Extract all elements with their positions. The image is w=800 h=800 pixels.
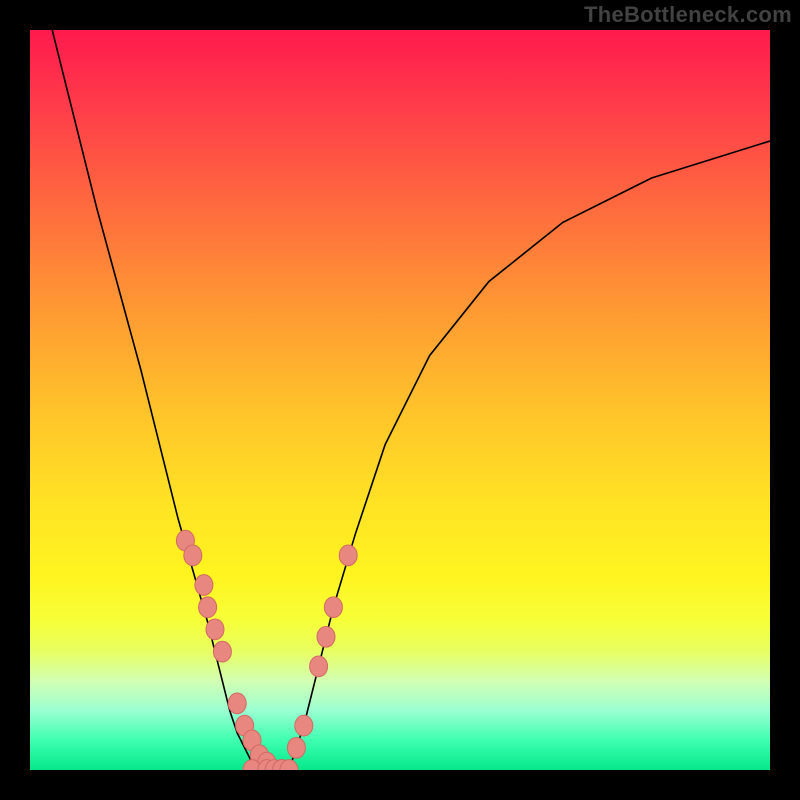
- left-marker-11: [273, 760, 291, 770]
- plot-area: [30, 30, 770, 770]
- left-marker-4: [206, 619, 224, 640]
- bottom-marker-4: [280, 760, 298, 770]
- markers-layer: [30, 30, 770, 770]
- left-marker-2: [195, 575, 213, 596]
- bottom-marker-1: [258, 760, 276, 770]
- bottom-marker-0: [243, 760, 261, 770]
- chart-stage: TheBottleneck.com: [0, 0, 800, 800]
- watermark-text: TheBottleneck.com: [584, 2, 792, 28]
- right-curve: [289, 141, 770, 770]
- data-markers: [176, 530, 357, 770]
- right-marker-2: [310, 656, 328, 677]
- left-marker-10: [258, 752, 276, 770]
- left-curve: [52, 30, 259, 770]
- left-marker-6: [228, 693, 246, 714]
- left-marker-7: [236, 715, 254, 736]
- left-marker-3: [199, 597, 217, 618]
- curve-layer: [30, 30, 770, 770]
- right-marker-4: [324, 597, 342, 618]
- left-marker-9: [250, 745, 268, 766]
- right-marker-3: [317, 626, 335, 647]
- left-marker-8: [243, 730, 261, 751]
- bottom-marker-2: [265, 760, 283, 770]
- bottom-marker-3: [273, 760, 291, 770]
- right-marker-0: [287, 737, 305, 758]
- right-marker-5: [339, 545, 357, 566]
- left-marker-0: [176, 530, 194, 551]
- left-marker-5: [213, 641, 231, 662]
- right-marker-1: [295, 715, 313, 736]
- left-marker-1: [184, 545, 202, 566]
